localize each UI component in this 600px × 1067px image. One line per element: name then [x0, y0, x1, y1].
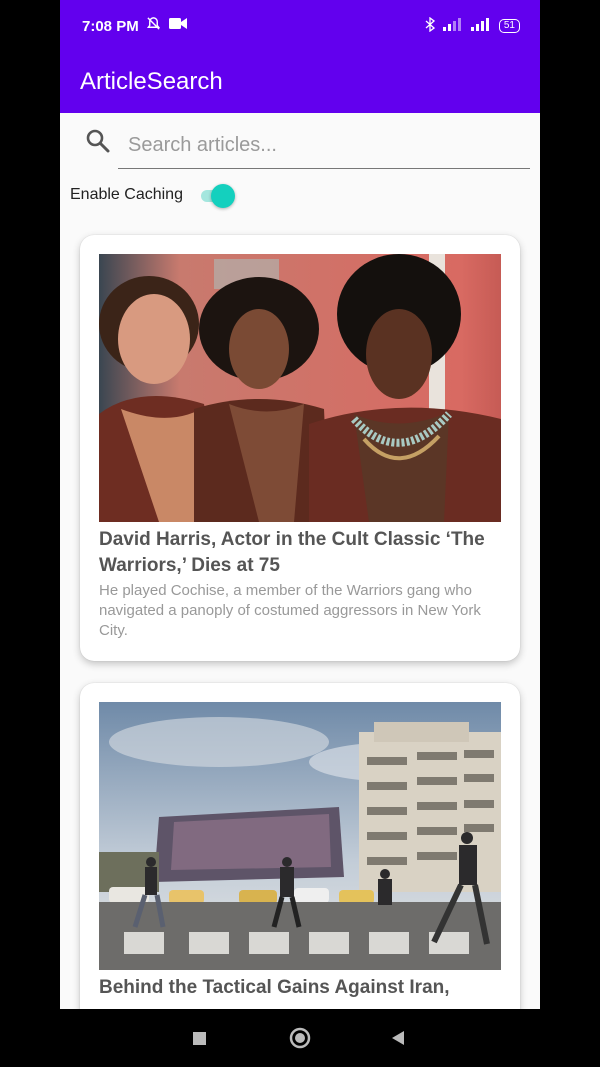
- status-bar: 7:08 PM 51: [60, 0, 540, 55]
- alarm-off-icon: [146, 16, 161, 35]
- search-bar: [60, 113, 540, 175]
- home-icon[interactable]: [289, 1027, 311, 1054]
- article-title[interactable]: David Harris, Actor in the Cult Classic …: [99, 527, 501, 579]
- status-time: 7:08 PM: [82, 18, 139, 35]
- toggle-thumb: [210, 184, 235, 208]
- article-image: [99, 702, 501, 970]
- app-bar: ArticleSearch: [60, 55, 540, 113]
- caching-row: Enable Caching: [70, 180, 237, 210]
- video-camera-icon: [169, 17, 187, 34]
- article-title[interactable]: Behind the Tactical Gains Against Iran,: [99, 975, 501, 1001]
- article-card[interactable]: David Harris, Actor in the Cult Classic …: [80, 235, 520, 661]
- main-content[interactable]: Enable Caching: [60, 113, 540, 1009]
- search-input[interactable]: [118, 123, 530, 169]
- article-image: [99, 254, 501, 522]
- phone-screen: 7:08 PM 51 ArticleSearch Search articles…: [60, 0, 540, 1067]
- signal-icon: [470, 18, 491, 34]
- signal-icon: [442, 18, 463, 34]
- article-card[interactable]: Behind the Tactical Gains Against Iran,: [80, 683, 520, 1009]
- app-title: ArticleSearch: [80, 68, 223, 95]
- back-icon[interactable]: [390, 1030, 406, 1051]
- bluetooth-icon: [425, 16, 435, 35]
- search-icon[interactable]: [85, 128, 111, 154]
- recents-icon[interactable]: [192, 1031, 207, 1051]
- caching-toggle[interactable]: [197, 184, 237, 208]
- caching-label: Enable Caching: [70, 186, 183, 203]
- battery-indicator: 51: [498, 19, 520, 33]
- system-nav-bar: [60, 1009, 540, 1067]
- article-abstract: He played Cochise, a member of the Warri…: [99, 582, 481, 639]
